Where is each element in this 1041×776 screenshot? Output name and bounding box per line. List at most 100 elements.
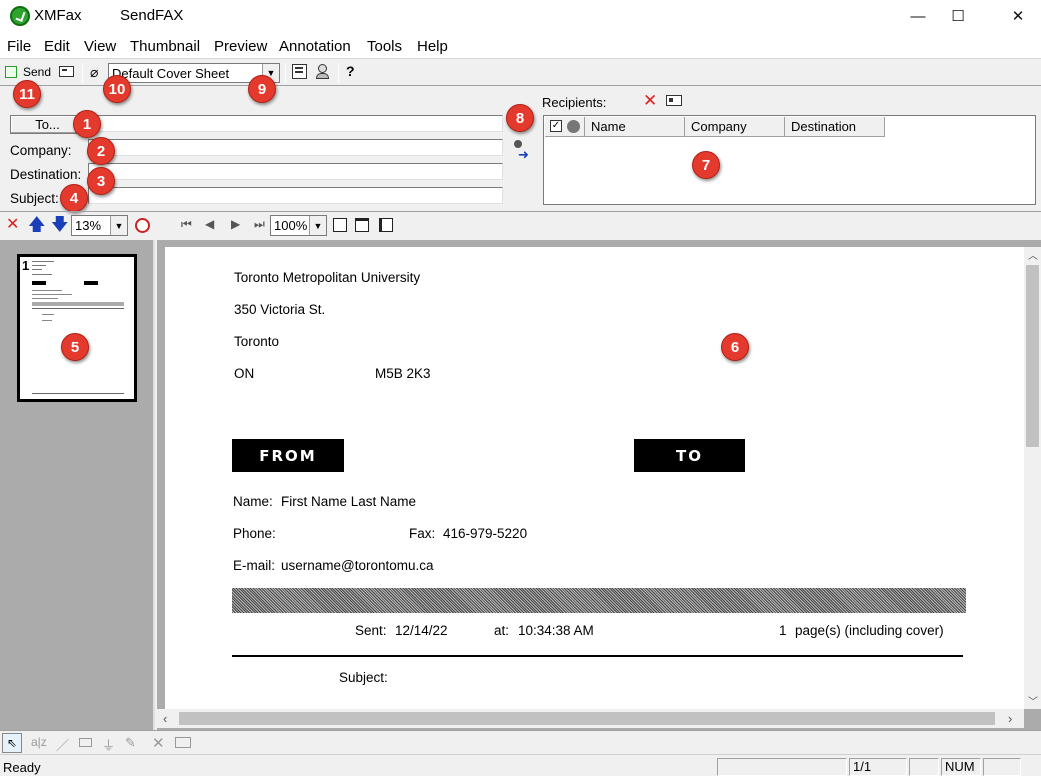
- xmfax-app-icon: [10, 6, 30, 26]
- status-bar: Ready 1/1 NUM: [0, 754, 1041, 776]
- delete-recipient-icon[interactable]: ✕: [643, 91, 657, 111]
- actual-size-icon[interactable]: [379, 218, 393, 232]
- annotation-badge-5: 5: [61, 333, 89, 361]
- address-book-icon[interactable]: [315, 64, 330, 80]
- subject-field[interactable]: [88, 187, 503, 204]
- cancel-stop-icon[interactable]: [135, 218, 150, 233]
- cover-postal: M5B 2K3: [375, 366, 431, 381]
- cover-sheet-value: Default Cover Sheet: [112, 66, 230, 81]
- maximize-icon: ☐: [951, 8, 965, 25]
- cover-page-preview[interactable]: Toronto Metropolitan University 350 Vict…: [165, 247, 1025, 709]
- scroll-right-icon[interactable]: ›: [1008, 711, 1012, 726]
- chevron-down-icon: ▼: [110, 216, 127, 235]
- previous-page-icon[interactable]: ◀: [205, 218, 214, 230]
- menu-annotation[interactable]: Annotation: [279, 38, 351, 55]
- cover-province: ON: [234, 366, 255, 381]
- attach-paperclip-icon[interactable]: ⌀: [90, 64, 98, 81]
- menu-file[interactable]: File: [7, 38, 31, 55]
- status-panel-blank-3: [983, 758, 1021, 776]
- destination-field[interactable]: [88, 163, 503, 180]
- from-header: FROM: [232, 439, 344, 472]
- scroll-up-icon[interactable]: ︿: [1028, 247, 1038, 262]
- menu-preview[interactable]: Preview: [214, 38, 267, 55]
- recipients-list[interactable]: ✓ Name Company Destination: [543, 115, 1036, 205]
- annotation-badge-10: 10: [103, 75, 131, 103]
- pen-tool-icon[interactable]: ✎: [125, 735, 136, 751]
- status-text: Ready: [3, 760, 41, 775]
- preview-page-icon[interactable]: [292, 64, 307, 79]
- help-question-icon[interactable]: ?: [346, 63, 355, 79]
- text-tool-icon[interactable]: a|z: [31, 735, 47, 749]
- check-column-header[interactable]: ✓: [545, 117, 585, 137]
- rectangle-tool-icon[interactable]: [79, 738, 92, 747]
- horizontal-scroll-thumb[interactable]: [179, 712, 995, 725]
- minimize-icon: —: [910, 7, 926, 25]
- menu-edit[interactable]: Edit: [44, 38, 70, 55]
- menu-bar: File Edit View Thumbnail Preview Annotat…: [0, 34, 1041, 58]
- name-value: First Name Last Name: [281, 494, 417, 509]
- annotation-badge-11: 11: [13, 80, 41, 108]
- main-toolbar: Send ⌀ Default Cover Sheet ▼ ?: [0, 58, 1041, 86]
- menu-help[interactable]: Help: [417, 38, 448, 55]
- scroll-left-icon[interactable]: ‹: [163, 711, 167, 726]
- maximize-button[interactable]: ☐: [935, 0, 981, 32]
- email-label: E-mail:: [233, 558, 276, 573]
- pointer-arrow-icon[interactable]: ⇖: [2, 733, 22, 753]
- phone-label: Phone:: [233, 526, 276, 541]
- annotation-properties-icon[interactable]: [175, 737, 191, 748]
- company-field[interactable]: [88, 139, 503, 156]
- thumbnail-panel[interactable]: 1: [0, 240, 155, 730]
- fit-width-icon[interactable]: [355, 218, 369, 232]
- next-page-icon[interactable]: ▶: [231, 218, 240, 230]
- annotation-badge-9: 9: [248, 75, 276, 103]
- delete-annotation-icon[interactable]: ✕: [152, 734, 165, 752]
- recipient-card-icon[interactable]: [666, 95, 682, 106]
- status-page: 1/1: [849, 758, 907, 776]
- add-recipient-icon[interactable]: ➜: [513, 140, 533, 162]
- scroll-down-icon[interactable]: ﹀: [1028, 693, 1038, 708]
- page-thumbnail[interactable]: 1: [17, 254, 137, 402]
- checkbox-icon: ✓: [550, 120, 562, 132]
- destination-label: Destination:: [10, 167, 82, 182]
- annotation-badge-6: 6: [721, 333, 749, 361]
- company-label: Company:: [10, 143, 72, 158]
- chevron-down-icon: ▼: [309, 216, 326, 235]
- column-name[interactable]: Name: [585, 117, 685, 137]
- menu-thumbnail[interactable]: Thumbnail: [130, 38, 200, 55]
- arrow-up-icon[interactable]: 🡅: [28, 216, 45, 233]
- column-destination[interactable]: Destination: [785, 117, 885, 137]
- annotation-badge-3: 3: [87, 167, 115, 195]
- page-zoom-select[interactable]: 100% ▼: [270, 215, 327, 236]
- horizontal-scrollbar[interactable]: ‹ ›: [157, 709, 1024, 728]
- menu-view[interactable]: View: [84, 38, 116, 55]
- card-icon[interactable]: [59, 66, 74, 77]
- status-panel-blank-2: [909, 758, 939, 776]
- to-field[interactable]: [88, 115, 503, 132]
- first-page-icon[interactable]: ⏮: [181, 218, 192, 230]
- app-name: XMFax: [34, 7, 82, 24]
- person-icon: [567, 120, 580, 133]
- stamp-tool-icon[interactable]: ⏚: [102, 735, 115, 754]
- send-check-icon: [5, 66, 17, 78]
- pages-label: page(s) (including cover): [795, 623, 944, 638]
- vertical-scrollbar[interactable]: ︿ ﹀: [1024, 247, 1041, 709]
- close-window-button[interactable]: ✕: [995, 0, 1041, 32]
- arrow-down-icon[interactable]: 🡇: [51, 216, 68, 233]
- delete-page-icon[interactable]: ✕: [6, 217, 19, 233]
- page-divider: [232, 655, 963, 657]
- to-header: TO: [634, 439, 745, 472]
- at-label: at:: [494, 623, 510, 638]
- thumbnail-zoom-select[interactable]: 13% ▼: [71, 215, 128, 236]
- page-subject-label: Subject:: [339, 670, 388, 685]
- recipients-label: Recipients:: [542, 95, 607, 110]
- last-page-icon[interactable]: ⏭: [254, 218, 265, 230]
- vertical-scroll-thumb[interactable]: [1026, 265, 1039, 447]
- fit-page-icon[interactable]: [333, 218, 347, 232]
- subject-label: Subject:: [10, 191, 59, 206]
- menu-tools[interactable]: Tools: [367, 38, 402, 55]
- thumbnail-page-number: 1: [22, 258, 30, 273]
- send-label: Send: [23, 65, 52, 79]
- close-icon: ✕: [1011, 8, 1025, 25]
- column-company[interactable]: Company: [685, 117, 785, 137]
- line-tool-icon[interactable]: ／: [56, 735, 69, 754]
